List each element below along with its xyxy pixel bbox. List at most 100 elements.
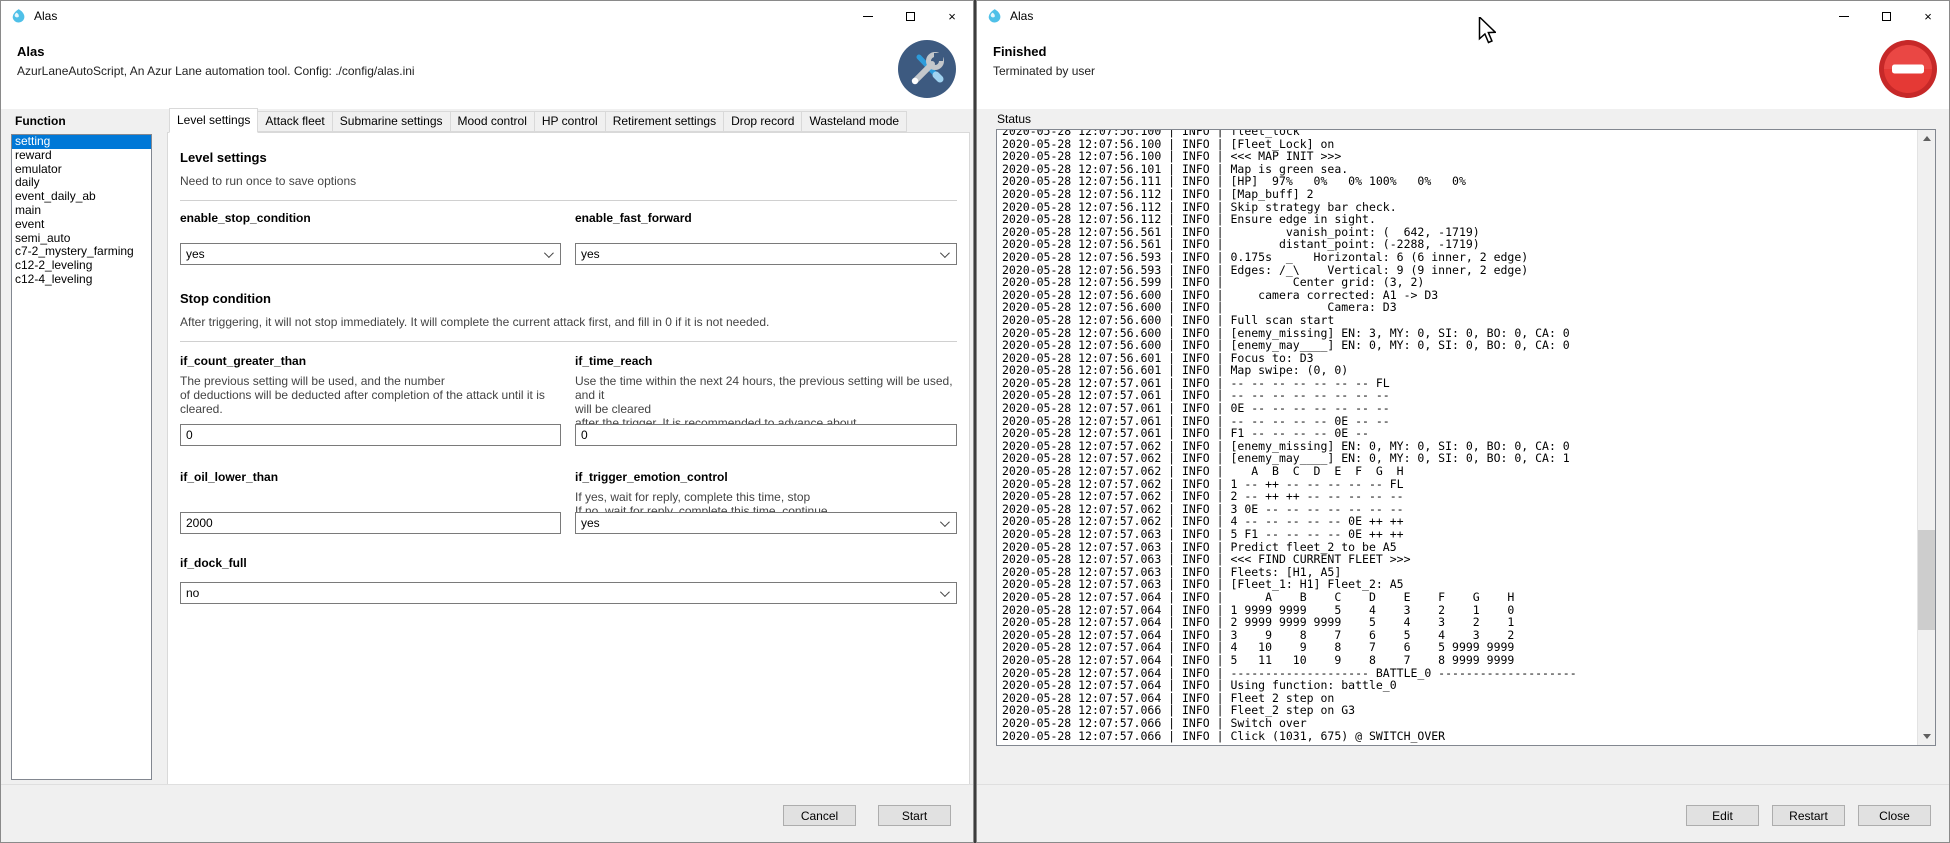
minimize-icon [1839, 16, 1849, 17]
log-line: 2020-05-28 12:07:56.112 | INFO | Ensure … [1002, 213, 1917, 226]
window-title: Alas [1010, 9, 1033, 23]
page-subtitle: AzurLaneAutoScript, An Azur Lane automat… [17, 64, 415, 78]
function-list-item[interactable]: c7-2_mystery_farming [12, 245, 151, 259]
if-time-reach-input[interactable] [575, 424, 957, 446]
log-line: 2020-05-28 12:07:57.061 | INFO | F1 -- -… [1002, 427, 1917, 440]
select-value: yes [186, 247, 205, 261]
function-sidebar: Function settingrewardemulatordailyevent… [11, 109, 152, 780]
config-header: Alas AzurLaneAutoScript, An Azur Lane au… [1, 31, 973, 109]
enable-stop-condition-select[interactable]: yes [180, 243, 561, 265]
close-icon: × [1924, 10, 1932, 23]
log-line: 2020-05-28 12:07:57.066 | INFO | Switch … [1002, 717, 1917, 730]
select-value: no [186, 586, 199, 600]
maximize-button[interactable] [1865, 1, 1907, 31]
maximize-icon [906, 12, 915, 21]
function-list-item[interactable]: event [12, 218, 151, 232]
maximize-button[interactable] [889, 1, 931, 31]
section-title: Level settings [180, 150, 957, 165]
start-button[interactable]: Start [878, 805, 951, 826]
scrollbar-thumb[interactable] [1918, 530, 1935, 630]
stop-sign-icon [1879, 40, 1937, 98]
log-lines: 2020-05-28 12:07:56.100 | INFO | fleet_l… [1002, 130, 1917, 742]
tab[interactable]: Submarine settings [332, 111, 451, 132]
cancel-button[interactable]: Cancel [783, 805, 856, 826]
minimize-icon [863, 16, 873, 17]
page-title: Alas [17, 44, 44, 59]
status-body: Status 2020-05-28 12:07:56.100 | INFO | … [977, 109, 1949, 785]
log-line: 2020-05-28 12:07:56.599 | INFO | Center … [1002, 276, 1917, 289]
scroll-up-button[interactable] [1918, 130, 1935, 147]
field-label: enable_fast_forward [575, 211, 957, 225]
if-dock-full-select[interactable]: no [180, 582, 957, 604]
field-desc: The previous setting will be used, and t… [180, 374, 561, 416]
oil-emotion-row: if_oil_lower_than if_trigger_emotion_con… [180, 470, 957, 534]
close-button[interactable]: × [1907, 1, 1949, 31]
tab[interactable]: Drop record [723, 111, 802, 132]
enable-row: enable_stop_condition yes enable_fast_fo… [180, 211, 957, 265]
if-count-greater-than-input[interactable] [180, 424, 561, 446]
function-list-item[interactable]: main [12, 204, 151, 218]
restart-button[interactable]: Restart [1772, 805, 1845, 826]
field-label: if_dock_full [180, 556, 957, 570]
log-line: 2020-05-28 12:07:57.063 | INFO | <<< FIN… [1002, 553, 1917, 566]
tab[interactable]: HP control [534, 111, 606, 132]
log-line: 2020-05-28 12:07:56.112 | INFO | [Map_bu… [1002, 188, 1917, 201]
window-controls: × [1823, 1, 1949, 31]
enable-fast-forward-field: enable_fast_forward yes [575, 211, 957, 265]
settings-main: Level settingsAttack fleetSubmarine sett… [167, 109, 970, 785]
tab-bar: Level settingsAttack fleetSubmarine sett… [167, 109, 970, 132]
close-icon: × [948, 10, 956, 23]
log-scrollbar [1917, 130, 1935, 745]
function-list-item[interactable]: reward [12, 149, 151, 163]
function-list-item[interactable]: event_daily_ab [12, 190, 151, 204]
level-settings-panel: Level settings Need to run once to save … [167, 132, 970, 785]
function-list: settingrewardemulatordailyevent_daily_ab… [11, 134, 152, 780]
tab[interactable]: Wasteland mode [801, 111, 907, 132]
arrow-up-icon [1923, 136, 1931, 141]
function-label: Function [15, 114, 152, 128]
function-list-item[interactable]: emulator [12, 163, 151, 177]
log-line: 2020-05-28 12:07:57.064 | INFO | A B C D… [1002, 591, 1917, 604]
if-time-reach-field: if_time_reach Use the time within the ne… [575, 354, 957, 446]
desktop: Alas × Alas AzurLaneAutoScript, An Azur … [0, 0, 1950, 843]
function-list-item[interactable]: semi_auto [12, 232, 151, 246]
field-label: if_trigger_emotion_control [575, 470, 957, 484]
log-line: 2020-05-28 12:07:56.593 | INFO | 0.175s … [1002, 251, 1917, 264]
function-list-item[interactable]: setting [12, 135, 151, 149]
tab[interactable]: Mood control [450, 111, 535, 132]
if-trigger-emotion-control-field: if_trigger_emotion_control If yes, wait … [575, 470, 957, 534]
config-footer: Cancel Start [1, 784, 973, 842]
close-button[interactable]: × [931, 1, 973, 31]
if-dock-full-field: if_dock_full no [180, 556, 957, 604]
if-trigger-emotion-control-select[interactable]: yes [575, 512, 957, 534]
tab[interactable]: Attack fleet [257, 111, 332, 132]
log-content: 2020-05-28 12:07:56.100 | INFO | fleet_l… [1002, 130, 1917, 745]
alas-config-window: Alas × Alas AzurLaneAutoScript, An Azur … [0, 0, 974, 843]
count-time-row: if_count_greater_than The previous setti… [180, 354, 957, 446]
divider [180, 341, 957, 342]
chevron-down-icon [940, 517, 950, 527]
if-oil-lower-than-input[interactable] [180, 512, 561, 534]
log-line: 2020-05-28 12:07:57.063 | INFO | 5 F1 --… [1002, 528, 1917, 541]
edit-button[interactable]: Edit [1686, 805, 1759, 826]
minimize-button[interactable] [1823, 1, 1865, 31]
function-list-item[interactable]: c12-4_leveling [12, 273, 151, 287]
log-line: 2020-05-28 12:07:56.100 | INFO | <<< MAP… [1002, 150, 1917, 163]
titlebar: Alas × [977, 1, 1949, 31]
scroll-down-button[interactable] [1918, 728, 1935, 745]
status-subtitle: Terminated by user [993, 64, 1095, 78]
select-value: yes [581, 247, 600, 261]
chevron-down-icon [940, 587, 950, 597]
function-list-item[interactable]: daily [12, 176, 151, 190]
minimize-button[interactable] [847, 1, 889, 31]
close-window-button[interactable]: Close [1858, 805, 1931, 826]
enable-fast-forward-select[interactable]: yes [575, 243, 957, 265]
maximize-icon [1882, 12, 1891, 21]
log-line: 2020-05-28 12:07:57.061 | INFO | 0E -- -… [1002, 402, 1917, 415]
chevron-down-icon [940, 248, 950, 258]
divider [180, 200, 957, 201]
function-list-item[interactable]: c12-2_leveling [12, 259, 151, 273]
tab[interactable]: Retirement settings [605, 111, 724, 132]
config-body: Function settingrewardemulatordailyevent… [1, 109, 973, 785]
tab[interactable]: Level settings [169, 108, 258, 133]
